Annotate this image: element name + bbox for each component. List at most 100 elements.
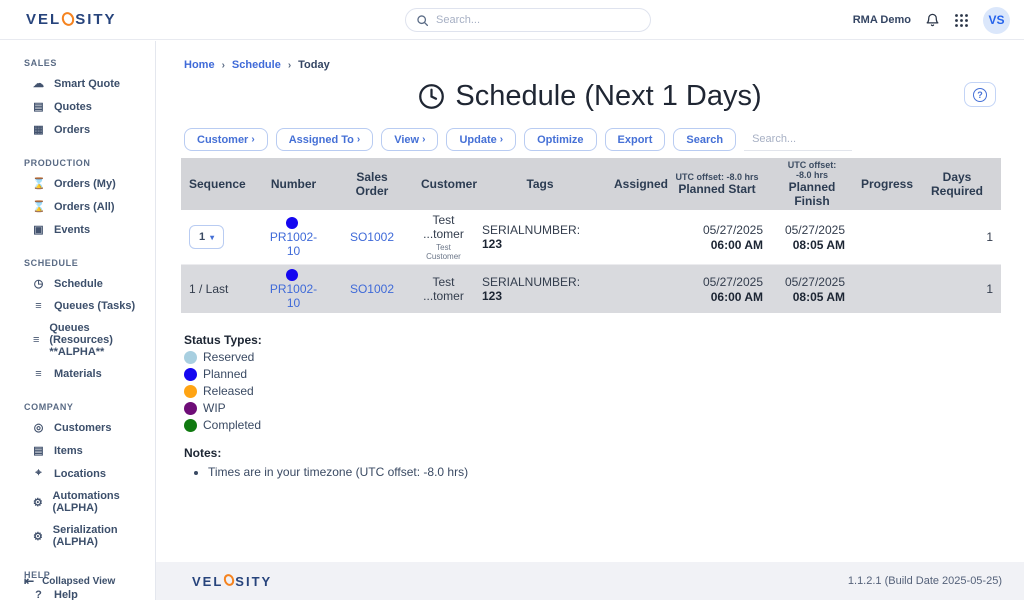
tag-prefix: SERIALNUMBER:: [482, 223, 580, 237]
update-button[interactable]: Update›: [446, 128, 516, 151]
sidebar-item-label: Queues (Tasks): [54, 300, 135, 312]
production-order-link[interactable]: PR1002-10: [270, 282, 317, 310]
export-button[interactable]: Export: [605, 128, 666, 151]
toolbar-search-input[interactable]: [744, 128, 852, 151]
customer-name: Test ...tomer: [421, 213, 466, 241]
cell-number: PR1002-10: [256, 210, 331, 265]
sidebar-item-orders-my[interactable]: ⌛Orders (My): [0, 172, 155, 195]
chevron-right-icon: ›: [422, 134, 425, 145]
sidebar-item-orders-all[interactable]: ⌛Orders (All): [0, 195, 155, 218]
sidebar-item-locations[interactable]: ⌖Locations: [0, 462, 155, 485]
sidebar-section-production: PRODUCTION⌛Orders (My)⌛Orders (All)▣Even…: [0, 158, 155, 241]
sidebar-item-label: Customers: [54, 422, 111, 434]
legend-dot-icon: [184, 385, 197, 398]
breadcrumb-item-schedule[interactable]: Schedule: [232, 59, 281, 71]
collapse-view-toggle[interactable]: ⇤ Collapsed View: [24, 574, 115, 588]
footer-logo-text-left: VEL: [192, 574, 223, 589]
collapse-left-icon: ⇤: [24, 574, 34, 588]
column-header-sales-order: Sales Order: [331, 158, 413, 210]
cell-assigned: [606, 210, 663, 265]
orders-grid-icon: ▦: [32, 123, 45, 136]
status-legend: Status Types: ReservedPlannedReleasedWIP…: [184, 333, 1024, 432]
legend-label: Reserved: [203, 350, 254, 364]
search-button[interactable]: Search: [673, 128, 736, 151]
breadcrumb-item-today: Today: [298, 59, 330, 71]
column-header-planned-start: UTC offset: -8.0 hrsPlanned Start: [663, 158, 771, 210]
view-button[interactable]: View›: [381, 128, 438, 151]
cloud-icon: ☁: [32, 77, 45, 90]
sidebar-item-orders[interactable]: ▦Orders: [0, 118, 155, 141]
cell-sales-order: SO1002: [331, 210, 413, 265]
version-text: 1.1.2.1 (Build Date 2025-05-25): [848, 575, 1002, 587]
assigned-to-button[interactable]: Assigned To›: [276, 128, 374, 151]
column-header-label: Planned Start: [671, 182, 763, 196]
column-subheader: UTC offset: -8.0 hrs: [779, 160, 845, 180]
gear-icon: ⚙: [32, 496, 44, 509]
schedule-table-wrap: SequenceNumberSales OrderCustomerTagsAss…: [181, 158, 1001, 313]
legend-label: WIP: [203, 401, 226, 415]
footer-velosity-logo: VEL SITY: [192, 574, 272, 589]
page-title: Schedule (Next 1 Days): [156, 80, 1024, 113]
quote-card-icon: ▤: [32, 100, 45, 113]
sidebar-item-events[interactable]: ▣Events: [0, 218, 155, 241]
cell-planned-start: 05/27/202506:00 AM: [663, 265, 771, 314]
table-row: 1 / LastPR1002-10SO1002Test ...tomerSERI…: [181, 265, 1001, 314]
cell-sales-order: SO1002: [331, 265, 413, 314]
sidebar-item-label: Orders (All): [54, 201, 115, 213]
footer: VEL SITY 1.1.2.1 (Build Date 2025-05-25): [156, 562, 1024, 600]
help-button[interactable]: ?: [964, 82, 996, 107]
sidebar-section-company: COMPANY◎Customers▤Items⌖Locations⚙Automa…: [0, 402, 155, 553]
sidebar-item-customers[interactable]: ◎Customers: [0, 416, 155, 439]
tag-value: 123: [482, 237, 502, 251]
sidebar-section-title: SALES: [24, 58, 155, 68]
table-row: 1▾PR1002-10SO1002Test ...tomerTest Custo…: [181, 210, 1001, 265]
search-icon: [416, 14, 429, 27]
planned-date: 05/27/2025: [671, 223, 763, 237]
sidebar-item-quotes[interactable]: ▤ Quotes: [0, 95, 155, 118]
sidebar-item-serialization-alpha[interactable]: ⚙Serialization (ALPHA): [0, 519, 155, 553]
column-header-label: Number: [264, 177, 323, 191]
global-search-input[interactable]: Search...: [405, 8, 651, 32]
sales-order-link[interactable]: SO1002: [350, 282, 394, 296]
column-header-number: Number: [256, 158, 331, 210]
sidebar-item-label: Help: [54, 589, 78, 600]
sidebar-item-queues-tasks[interactable]: ≡Queues (Tasks): [0, 295, 155, 317]
logo-swoosh-o-icon: [60, 10, 77, 28]
notifications-bell-icon[interactable]: [925, 12, 940, 28]
calendar-icon: ▣: [32, 223, 45, 236]
sidebar-item-label: Smart Quote: [54, 78, 120, 90]
production-order-link[interactable]: PR1002-10: [270, 230, 317, 258]
cell-assigned: [606, 265, 663, 314]
legend-dot-icon: [184, 402, 197, 415]
customer-button[interactable]: Customer›: [184, 128, 268, 151]
sidebar-item-queues-resources-alpha[interactable]: ≡Queues (Resources) **ALPHA**: [0, 317, 155, 363]
global-search-placeholder: Search...: [436, 14, 480, 26]
cell-tags: SERIALNUMBER: 123: [474, 265, 606, 314]
sidebar-item-items[interactable]: ▤Items: [0, 439, 155, 462]
app-grid-icon[interactable]: [954, 13, 969, 28]
sidebar-item-automations-alpha[interactable]: ⚙ Automations (ALPHA): [0, 485, 155, 519]
sequence-dropdown[interactable]: 1▾: [189, 225, 224, 249]
column-header-tags: Tags: [474, 158, 606, 210]
avatar[interactable]: VS: [983, 7, 1010, 34]
logo-text-right: SITY: [75, 11, 116, 28]
sidebar-item-label: Automations (ALPHA): [53, 490, 155, 514]
sales-order-link[interactable]: SO1002: [350, 230, 394, 244]
legend-item-completed: Completed: [184, 418, 1024, 432]
sidebar-item-materials[interactable]: ≡Materials: [0, 363, 155, 385]
optimize-button[interactable]: Optimize: [524, 128, 596, 151]
sidebar-item-smart-quote[interactable]: ☁ Smart Quote: [0, 72, 155, 95]
cell-planned-start: 05/27/202506:00 AM: [663, 210, 771, 265]
cell-customer: Test ...tomer: [413, 265, 474, 314]
footer-logo-text-right: SITY: [235, 574, 272, 589]
sidebar-item-label: Quotes: [54, 101, 92, 113]
sidebar-item-schedule[interactable]: ◷Schedule: [0, 272, 155, 295]
main-content: Home › Schedule › Today Schedule (Next 1 Day…: [156, 41, 1024, 600]
velosity-logo[interactable]: VELSITY: [26, 11, 117, 28]
cell-tags: SERIALNUMBER: 123: [474, 210, 606, 265]
breadcrumb-separator: ›: [288, 60, 291, 71]
column-header-label: Progress: [861, 177, 905, 191]
clock-icon: ◷: [32, 277, 45, 290]
column-header-label: Days Required: [921, 170, 993, 198]
breadcrumb-item-home[interactable]: Home: [184, 59, 215, 71]
